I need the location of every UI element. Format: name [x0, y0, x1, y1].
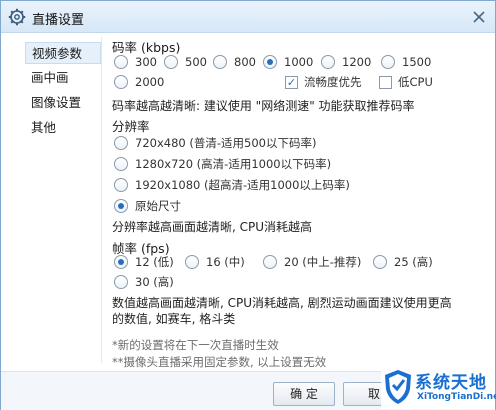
watermark-url: XiTongTianDi.net [417, 392, 496, 402]
sidebar-item-video-params[interactable]: 视频参数 [25, 42, 101, 64]
framerate-option-30[interactable]: 30 (高) [114, 273, 174, 291]
framerate-option-20[interactable]: 20 (中上-推荐) [263, 253, 361, 271]
resolution-label: 分辨率 [112, 119, 150, 134]
framerate-option-12[interactable]: 12 (低) [114, 253, 174, 271]
bitrate-option-1000[interactable]: 1000 [263, 53, 313, 71]
radio-icon [114, 136, 128, 150]
framerate-note-line2: 的数值, 如赛车, 格斗类 [112, 312, 236, 326]
watermark-logo: 系统天地 XiTongTianDi.net [381, 367, 496, 409]
settings-dialog: 直播设置 视频参数 画中画 图像设置 其他 码率 (kbps) 300 500 … [0, 0, 496, 410]
radio-icon [114, 55, 128, 69]
checkbox-icon [379, 75, 392, 89]
close-icon[interactable] [469, 7, 489, 27]
radio-icon [373, 255, 387, 269]
framerate-option-16[interactable]: 16 (中) [185, 253, 245, 271]
shield-logo-icon [385, 370, 411, 404]
resolution-note: 分辨率越高画面越清晰, CPU消耗越高 [112, 220, 313, 234]
resolution-option-720[interactable]: 720x480 (普清-适用500以下码率) [114, 134, 316, 152]
sidebar-item-pip[interactable]: 画中画 [25, 67, 101, 89]
divider [101, 37, 102, 363]
bitrate-note: 码率越高越清晰: 建议使用 "网络测速" 功能获取推荐码率 [112, 99, 415, 113]
radio-icon [263, 255, 277, 269]
radio-icon [381, 55, 395, 69]
framerate-note-line1: 数值越高画面越清晰, CPU消耗越高, 剧烈运动画面建议使用更高 [112, 296, 452, 310]
window-title: 直播设置 [32, 13, 85, 28]
sidebar-item-image-settings[interactable]: 图像设置 [25, 92, 101, 114]
hint-next-stream: *新的设置将在下一次直播时生效 [112, 338, 279, 352]
bitrate-option-1500[interactable]: 1500 [381, 53, 431, 71]
low-cpu-checkbox[interactable]: 低CPU [379, 73, 433, 91]
ok-button[interactable]: 确 定 [273, 382, 335, 406]
checkmark-icon: ✓ [285, 75, 298, 89]
radio-icon [164, 55, 178, 69]
radio-icon [321, 55, 335, 69]
bitrate-option-2000[interactable]: 2000 [114, 73, 164, 91]
hint-camera-fixed: **摄像头直播采用固定参数, 以上设置无效 [112, 355, 327, 369]
radio-icon [114, 275, 128, 289]
bitrate-option-500[interactable]: 500 [164, 53, 207, 71]
framerate-option-25[interactable]: 25 (高) [373, 253, 433, 271]
radio-icon [114, 178, 128, 192]
resolution-option-1280[interactable]: 1280x720 (高清-适用1000以下码率) [114, 155, 331, 173]
resolution-option-original[interactable]: 原始尺寸 [114, 197, 181, 215]
bitrate-option-800[interactable]: 800 [213, 53, 256, 71]
radio-selected-icon [263, 55, 277, 69]
radio-selected-icon [114, 255, 128, 269]
radio-selected-icon [114, 199, 128, 213]
smooth-priority-checkbox[interactable]: ✓ 流畅度优先 [285, 73, 362, 91]
bitrate-option-300[interactable]: 300 [114, 53, 157, 71]
sidebar: 视频参数 画中画 图像设置 其他 [25, 41, 101, 321]
gear-icon [8, 8, 26, 26]
radio-icon [114, 75, 128, 89]
resolution-option-1920[interactable]: 1920x1080 (超高清-适用1000以上码率) [114, 176, 350, 194]
watermark-title: 系统天地 [415, 373, 487, 393]
title-bar: 直播设置 [1, 1, 495, 33]
bitrate-option-1200[interactable]: 1200 [321, 53, 371, 71]
radio-icon [114, 157, 128, 171]
radio-icon [185, 255, 199, 269]
radio-icon [213, 55, 227, 69]
sidebar-item-other[interactable]: 其他 [25, 117, 101, 139]
